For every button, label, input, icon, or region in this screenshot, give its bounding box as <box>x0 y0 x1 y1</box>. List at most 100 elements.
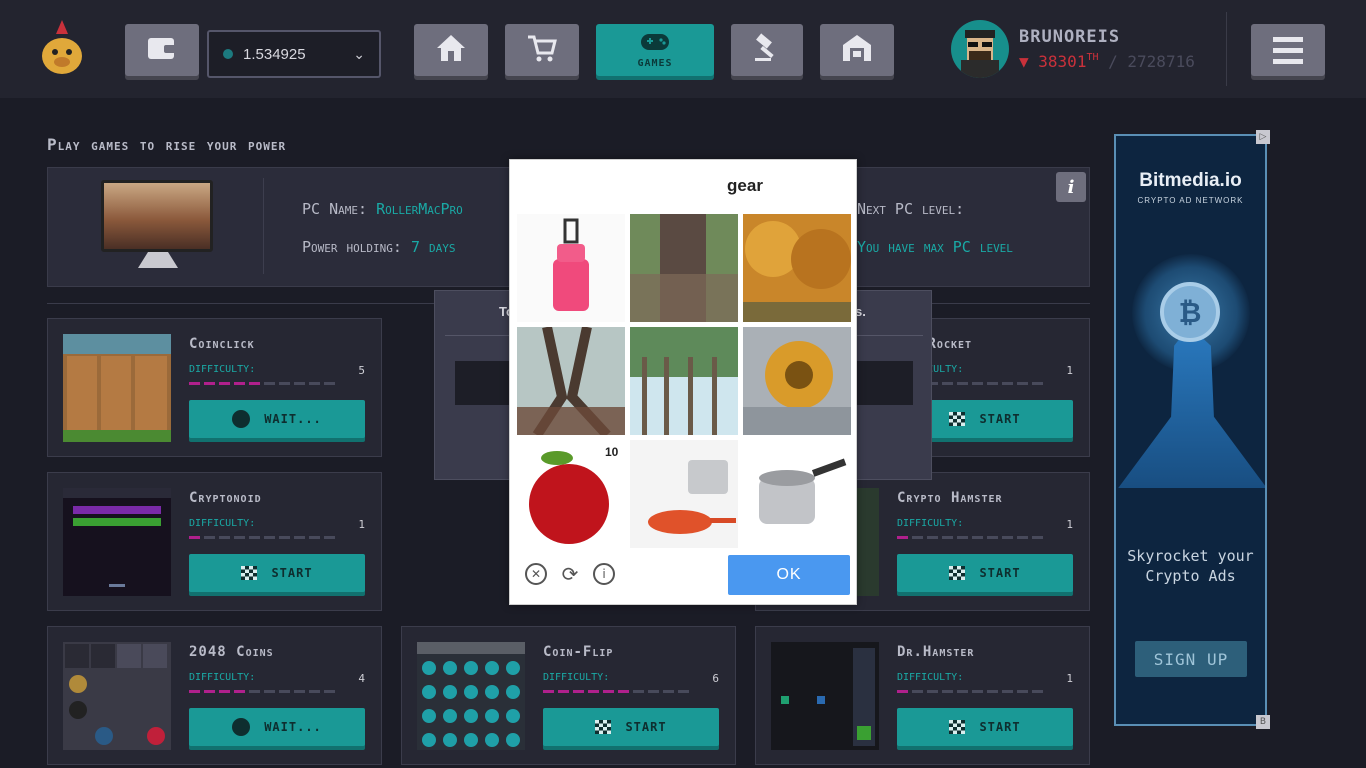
captcha-tile-tree-trunk[interactable] <box>630 214 738 322</box>
warehouse-icon <box>841 33 873 67</box>
captcha-tile-apple[interactable]: 10 <box>517 440 625 548</box>
difficulty-segment <box>249 690 260 693</box>
game-card: Coin-Flip DIFFICULTY: 6 START <box>401 626 736 765</box>
difficulty-value: 5 <box>358 364 365 377</box>
difficulty-segment <box>543 690 554 693</box>
difficulty-segment <box>912 536 923 539</box>
game-thumbnail[interactable] <box>63 334 171 442</box>
difficulty-segment <box>942 382 953 385</box>
pc-stand <box>138 252 178 268</box>
ad-signup-button[interactable]: SIGN UP <box>1135 641 1247 677</box>
ok-button[interactable]: OK <box>728 555 850 595</box>
rank: ▼ 38301TH / 2728716 <box>1019 52 1195 71</box>
pig-logo-icon[interactable] <box>38 20 86 78</box>
difficulty-segment <box>927 536 938 539</box>
difficulty-segment <box>972 536 983 539</box>
difficulty-segment <box>987 690 998 693</box>
info-button[interactable]: i <box>1056 172 1086 202</box>
difficulty-segment <box>1032 690 1043 693</box>
difficulty-segment <box>219 382 230 385</box>
checkered-flag-icon <box>241 566 258 580</box>
captcha-tile-gear[interactable] <box>743 327 851 435</box>
difficulty-bar <box>189 536 335 539</box>
difficulty-segment <box>633 690 644 693</box>
difficulty-segment <box>249 382 260 385</box>
difficulty-segment <box>603 690 614 693</box>
difficulty-value: 1 <box>1066 518 1073 531</box>
username[interactable]: BRUNOREIS <box>1019 27 1120 47</box>
start-button[interactable]: START <box>189 554 365 592</box>
hamburger-line <box>1273 58 1303 64</box>
difficulty-segment <box>189 690 200 693</box>
difficulty-segment <box>1017 690 1028 693</box>
home-icon <box>435 33 467 67</box>
game-thumbnail[interactable] <box>771 642 879 750</box>
game-thumbnail[interactable] <box>417 642 525 750</box>
captcha-tile-cookware[interactable] <box>630 440 738 548</box>
start-button[interactable]: START <box>897 554 1073 592</box>
game-thumbnail[interactable] <box>63 488 171 596</box>
difficulty-segment <box>987 382 998 385</box>
rank-suffix: TH <box>1086 52 1099 63</box>
start-button[interactable]: START <box>543 708 719 746</box>
chevron-down-icon: ⌄ <box>353 46 365 62</box>
ad-network-icon[interactable]: B <box>1256 715 1270 729</box>
difficulty-segment <box>1017 536 1028 539</box>
shop-button[interactable] <box>505 24 579 76</box>
difficulty: DIFFICULTY: 1 <box>897 518 1073 531</box>
difficulty-segment <box>1032 382 1043 385</box>
difficulty-bar <box>189 382 335 385</box>
captcha-prompt: gear <box>727 176 763 195</box>
difficulty-label: DIFFICULTY: <box>189 518 256 529</box>
difficulty-segment <box>264 382 275 385</box>
difficulty-segment <box>987 536 998 539</box>
button-label: START <box>979 412 1021 426</box>
wallet-button[interactable] <box>125 24 199 76</box>
difficulty-segment <box>189 536 200 539</box>
games-button[interactable]: GAMES <box>596 24 714 76</box>
info-icon[interactable]: i <box>593 563 615 585</box>
clock-icon <box>232 718 251 736</box>
difficulty-segment <box>942 690 953 693</box>
captcha-tile-saucepan[interactable] <box>743 440 851 548</box>
ad-choices-icon[interactable]: ▷ <box>1256 130 1270 144</box>
captcha-tile-tree-roots[interactable] <box>517 327 625 435</box>
difficulty-label: DIFFICULTY: <box>897 518 964 529</box>
captcha-tile-forest[interactable] <box>630 327 738 435</box>
start-button[interactable]: START <box>897 708 1073 746</box>
refresh-icon[interactable]: ⟳ <box>559 562 581 586</box>
difficulty-segment <box>324 690 335 693</box>
difficulty-value: 4 <box>358 672 365 685</box>
wait-button[interactable]: WAIT... <box>189 400 365 438</box>
game-title: Coin-Flip <box>543 644 614 660</box>
difficulty-segment <box>558 690 569 693</box>
difficulty-segment <box>972 382 983 385</box>
difficulty-segment <box>1017 382 1028 385</box>
home-button[interactable] <box>414 24 488 76</box>
captcha-tile-autumn-trees[interactable] <box>743 214 851 322</box>
wait-button[interactable]: WAIT... <box>189 708 365 746</box>
difficulty-segment <box>1002 536 1013 539</box>
ad-banner[interactable]: Bitmedia.io CRYPTO AD NETWORK ₿ Skyrocke… <box>1114 134 1267 726</box>
storage-button[interactable] <box>820 24 894 76</box>
ad-logo: Bitmedia.io <box>1139 170 1242 191</box>
difficulty-label: DIFFICULTY: <box>543 672 610 683</box>
difficulty-segment <box>663 690 674 693</box>
balance-value: 1.534925 <box>243 45 306 63</box>
avatar[interactable] <box>951 20 1009 78</box>
game-thumbnail[interactable] <box>63 642 171 750</box>
difficulty-segment <box>957 536 968 539</box>
auction-button[interactable] <box>731 24 803 76</box>
difficulty: DIFFICULTY: 1 <box>897 672 1073 685</box>
clock-icon <box>232 410 251 428</box>
coin-icon <box>223 49 233 59</box>
page-title: Play games to rise your power <box>47 135 287 154</box>
captcha-tile-luggage[interactable] <box>517 214 625 322</box>
close-icon[interactable]: ✕ <box>525 563 547 585</box>
game-card: Cryptonoid DIFFICULTY: 1 START <box>47 472 382 611</box>
menu-button[interactable] <box>1251 24 1325 76</box>
gavel-icon <box>751 33 783 67</box>
difficulty: DIFFICULTY: 6 <box>543 672 719 685</box>
balance-dropdown[interactable]: 1.534925 ⌄ <box>207 30 381 78</box>
wallet-icon <box>147 35 177 65</box>
